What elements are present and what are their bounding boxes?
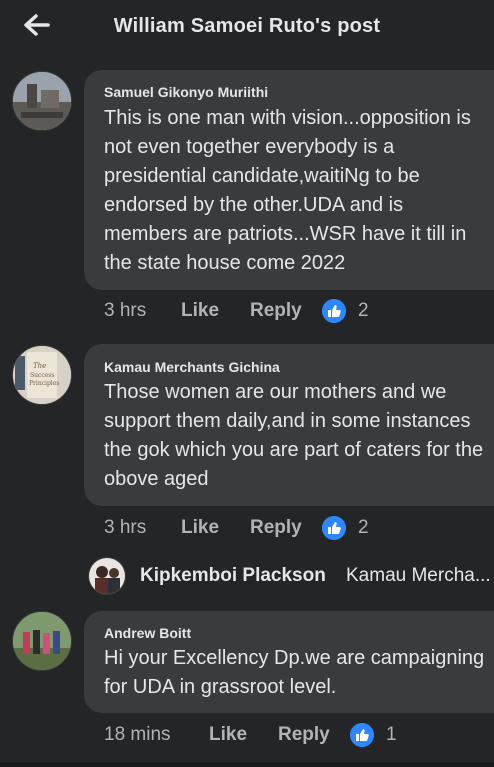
- reaction-count[interactable]: 2: [358, 300, 369, 322]
- like-button[interactable]: Like: [181, 300, 219, 322]
- avatar[interactable]: [12, 611, 72, 671]
- comment-time: 18 mins: [104, 724, 171, 745]
- comment-actions: 3 hrs Like Reply 2: [104, 516, 494, 541]
- comment-line: support them daily,and in some instances: [104, 410, 471, 432]
- reply-button[interactable]: Reply: [250, 300, 302, 322]
- thumbs-up-icon[interactable]: [322, 516, 346, 540]
- comment-bubble[interactable]: Kamau Merchants Gichina Those women are …: [84, 344, 494, 506]
- comment-actions: 18 mins Like Reply 1: [104, 723, 494, 748]
- comment-bubble[interactable]: Andrew Boitt Hi your Excellency Dp.we ar…: [84, 611, 494, 713]
- avatar-photo: [89, 558, 125, 594]
- avatar-photo: [13, 72, 71, 130]
- avatar[interactable]: The Success Principles: [12, 345, 72, 405]
- svg-text:The: The: [33, 362, 46, 370]
- thumbs-up-icon[interactable]: [322, 299, 346, 323]
- svg-text:Principles: Principles: [29, 380, 59, 387]
- thumbs-up-icon[interactable]: [350, 723, 374, 747]
- reply-author[interactable]: Kipkemboi Plackson: [140, 565, 326, 587]
- comment-line: not even together everybody is a: [104, 136, 395, 158]
- comment-line: Hi your Excellency Dp.we are campaigning: [104, 647, 485, 669]
- comment-line: members are patriots...WSR have it till …: [104, 223, 467, 245]
- comment-author[interactable]: Andrew Boitt: [104, 625, 191, 641]
- comment-line: the gok which you are part of caters for…: [104, 439, 484, 461]
- comment-line: Those women are our mothers and we: [104, 381, 447, 403]
- comment-line: presidential candidate,waitiNg to be: [104, 165, 420, 187]
- comment-author[interactable]: Kamau Merchants Gichina: [104, 359, 280, 375]
- reply-button[interactable]: Reply: [250, 517, 302, 539]
- comment-line: This is one man with vision...opposition…: [104, 107, 471, 129]
- comment-line: for UDA in grassroot level.: [104, 676, 337, 698]
- reply-preview[interactable]: Kipkemboi Plackson Kamau Mercha...: [88, 557, 494, 595]
- post-header: William Samoei Ruto's post: [0, 0, 494, 54]
- avatar-photo: The Success Principles: [13, 346, 71, 404]
- reaction-count[interactable]: 1: [386, 724, 397, 746]
- reply-button[interactable]: Reply: [278, 724, 330, 746]
- reply-snippet: Kamau Mercha...: [346, 565, 491, 586]
- comment-time: 3 hrs: [104, 300, 147, 321]
- avatar-photo: [13, 612, 71, 670]
- page-title: William Samoei Ruto's post: [113, 15, 381, 37]
- comment-actions: 3 hrs Like Reply 2: [104, 299, 494, 324]
- comment-author[interactable]: Samuel Gikonyo Muriithi: [104, 84, 268, 100]
- comment-line: obove aged: [104, 468, 209, 490]
- like-button[interactable]: Like: [209, 724, 247, 746]
- comment-bubble[interactable]: Samuel Gikonyo Muriithi This is one man …: [84, 70, 494, 290]
- comment-time: 3 hrs: [104, 517, 147, 538]
- like-button[interactable]: Like: [181, 517, 219, 539]
- comment-line: the state house come 2022: [104, 252, 346, 274]
- avatar[interactable]: [88, 557, 126, 595]
- comment-line: endorsed by the other.UDA and is: [104, 194, 404, 216]
- bottom-divider: [0, 762, 494, 767]
- svg-text:Success: Success: [30, 372, 54, 379]
- reaction-count[interactable]: 2: [358, 517, 369, 539]
- avatar[interactable]: [12, 71, 72, 131]
